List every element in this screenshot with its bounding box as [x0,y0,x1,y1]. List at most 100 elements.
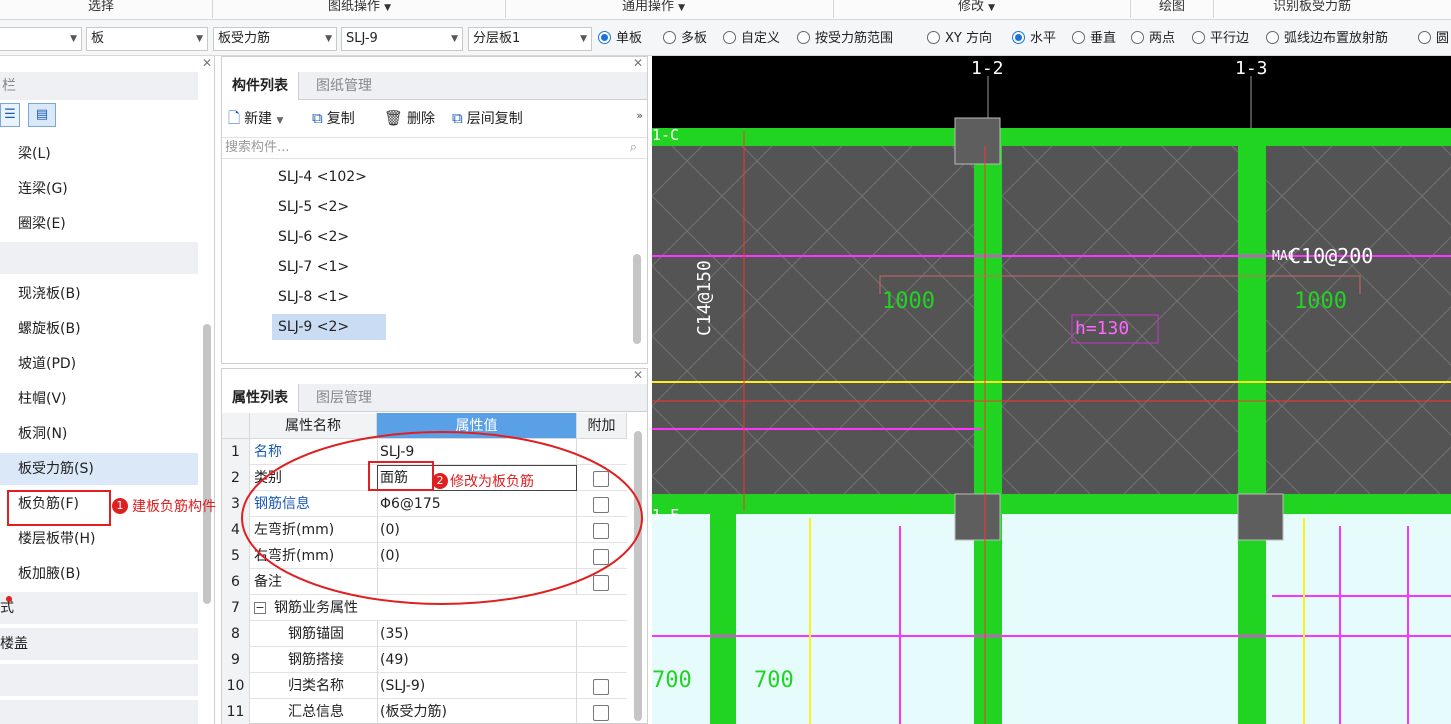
delete-button-label: 删除 [407,111,436,127]
dropdown-arrow-icon: ▼ [580,34,587,44]
radio-two-points[interactable]: 两点 [1131,29,1175,49]
radio-circle[interactable]: 圆 [1418,29,1449,49]
ribbon-separator [212,0,213,18]
nav-item-slab-hole[interactable]: 板洞(N) [0,418,198,450]
prop-value[interactable]: (49) [380,647,409,673]
radio-horizontal[interactable]: 水平 [1012,29,1056,49]
tab-property-list[interactable]: 属性列表 [222,384,299,412]
type-combo[interactable]: 板受力筋 ▼ [213,27,337,51]
list-item[interactable]: SLJ-7 <1> [272,254,355,280]
ribbon-general-ops-label: 通用操作 [622,0,675,14]
tab-component-list[interactable]: 构件列表 [222,72,299,100]
row-index: 11 [222,699,250,724]
extra-checkbox[interactable] [593,471,609,487]
list-view-icon[interactable]: ☰ [0,103,20,127]
table-row[interactable]: 4 左弯折(mm) (0) [222,517,627,543]
ribbon-draw[interactable]: 绘图 [1159,0,1185,20]
detail-view-icon[interactable]: ▤ [28,103,56,127]
prop-name: 右弯折(mm) [254,548,335,564]
table-row[interactable]: 3 钢筋信息 Φ6@175 [222,491,627,517]
table-row[interactable]: 11 汇总信息 (板受力筋) [222,699,627,724]
floor-combo[interactable]: ▼ [0,27,82,51]
table-row[interactable]: 10 归类名称 (SLJ-9) [222,673,627,699]
more-chevron-icon[interactable]: » [636,109,643,122]
copy-button[interactable]: ⧉ 复制 [312,107,355,129]
panel-close-icon[interactable]: ✕ [633,56,643,70]
prop-value[interactable]: (0) [380,517,400,543]
list-item[interactable]: SLJ-8 <1> [272,284,355,310]
radio-single-slab[interactable]: 单板 [598,29,642,49]
layer-combo[interactable]: 分层板1 ▼ [468,27,592,51]
list-item-selected[interactable]: SLJ-9 <2> [272,314,386,340]
nav-item-slab-band[interactable]: 楼层板带(H) [0,523,198,555]
nav-group-floor-cover[interactable]: 楼盖 [0,628,198,660]
list-item[interactable]: SLJ-6 <2> [272,224,355,250]
delete-button[interactable]: 🗑 删除 [384,107,435,129]
panel-close-icon[interactable]: ✕ [633,368,643,382]
radio-label: 自定义 [741,31,781,46]
table-row[interactable]: 9 钢筋搭接 (49) [222,647,627,673]
component-scrollbar[interactable] [633,254,641,344]
nav-item-slab-main-rebar[interactable]: 板受力筋(S) [0,453,198,485]
nav-item-column-cap[interactable]: 柱帽(V) [0,383,198,415]
prop-value[interactable]: (0) [380,543,400,569]
extra-checkbox[interactable] [593,679,609,695]
trash-icon: 🗑 [384,109,404,127]
radio-arc-radial[interactable]: 弧线边布置放射筋 [1266,29,1388,49]
ribbon-identify[interactable]: 识别板受力筋 [1273,0,1351,20]
prop-value[interactable]: (35) [380,621,409,647]
table-row[interactable]: 5 右弯折(mm) (0) [222,543,627,569]
nav-item-ramp[interactable]: 坡道(PD) [0,348,198,380]
radio-parallel-edge[interactable]: 平行边 [1192,29,1249,49]
component-combo[interactable]: SLJ-9 ▼ [341,27,463,51]
property-scrollbar[interactable] [634,431,642,721]
dropdown-arrow-icon: ▼ [988,3,996,13]
ribbon-modify[interactable]: 修改 ▼ [958,0,995,20]
list-item[interactable]: SLJ-5 <2> [272,194,355,220]
radio-vertical[interactable]: 垂直 [1072,29,1116,49]
table-row[interactable]: 6 备注 [222,569,627,595]
property-list-panel: ✕ 属性列表 图层管理 属性名称 属性值 附加 1 名称 SLJ-9 2 类别 面筋 3… [221,368,648,724]
radio-multi-slab[interactable]: 多板 [663,29,707,49]
extra-checkbox[interactable] [593,523,609,539]
tab-layer-management[interactable]: 图层管理 [306,384,382,412]
nav-group-empty[interactable] [0,700,198,724]
nav-group-slab[interactable] [0,242,198,274]
prop-value[interactable]: (板受力筋) [380,699,447,724]
prop-name: 左弯折(mm) [254,522,335,538]
nav-group-empty[interactable] [0,664,198,696]
extra-checkbox[interactable] [593,497,609,513]
prop-value[interactable]: (SLJ-9) [380,673,425,699]
component-combo-value: SLJ-9 [346,31,378,46]
tab-drawing-management[interactable]: 图纸管理 [306,72,382,100]
component-search-input[interactable]: 搜索构件... ⌕ [222,137,647,159]
radio-custom[interactable]: 自定义 [723,29,780,49]
radio-label: 两点 [1149,31,1176,46]
category-combo[interactable]: 板 ▼ [86,27,208,51]
nav-item-coupling-beam[interactable]: 连梁(G) [0,173,198,205]
ribbon-select[interactable]: 选择 [88,0,114,20]
nav-item-cast-slab[interactable]: 现浇板(B) [0,278,198,310]
radio-xy-direction[interactable]: XY 方向 [927,29,992,49]
panel-close-icon[interactable]: ✕ [202,56,212,70]
prop-value[interactable]: Φ6@175 [380,491,441,517]
extra-checkbox[interactable] [593,575,609,591]
nav-item-beam[interactable]: 梁(L) [0,138,198,170]
extra-checkbox[interactable] [593,705,609,721]
nav-item-spiral-slab[interactable]: 螺旋板(B) [0,313,198,345]
nav-scrollbar[interactable] [203,324,211,604]
floor-copy-button[interactable]: ⧉ 层间复制 [452,107,523,129]
list-item[interactable]: SLJ-4 <102> [272,164,373,190]
ribbon-drawing-ops[interactable]: 图纸操作 ▼ [328,0,391,20]
extra-checkbox[interactable] [593,549,609,565]
new-button[interactable]: 🗋 新建 ▼ [228,107,283,129]
collapse-minus-icon[interactable]: − [254,602,266,614]
table-row[interactable]: 7− 钢筋业务属性 [222,595,627,621]
nav-item-ring-beam[interactable]: 圈梁(E) [0,208,198,240]
nav-item-slab-haunch[interactable]: 板加腋(B) [0,558,198,590]
nav-group-style[interactable]: 式 [0,592,198,624]
ribbon-general-ops[interactable]: 通用操作 ▼ [622,0,685,20]
radio-by-rebar-range[interactable]: 按受力筋范围 [797,29,893,49]
table-row[interactable]: 8 钢筋锚固 (35) [222,621,627,647]
drawing-canvas[interactable]: 1-2 1-3 1-C 1-F C14@150 MAC C10@200 1000… [652,56,1451,724]
